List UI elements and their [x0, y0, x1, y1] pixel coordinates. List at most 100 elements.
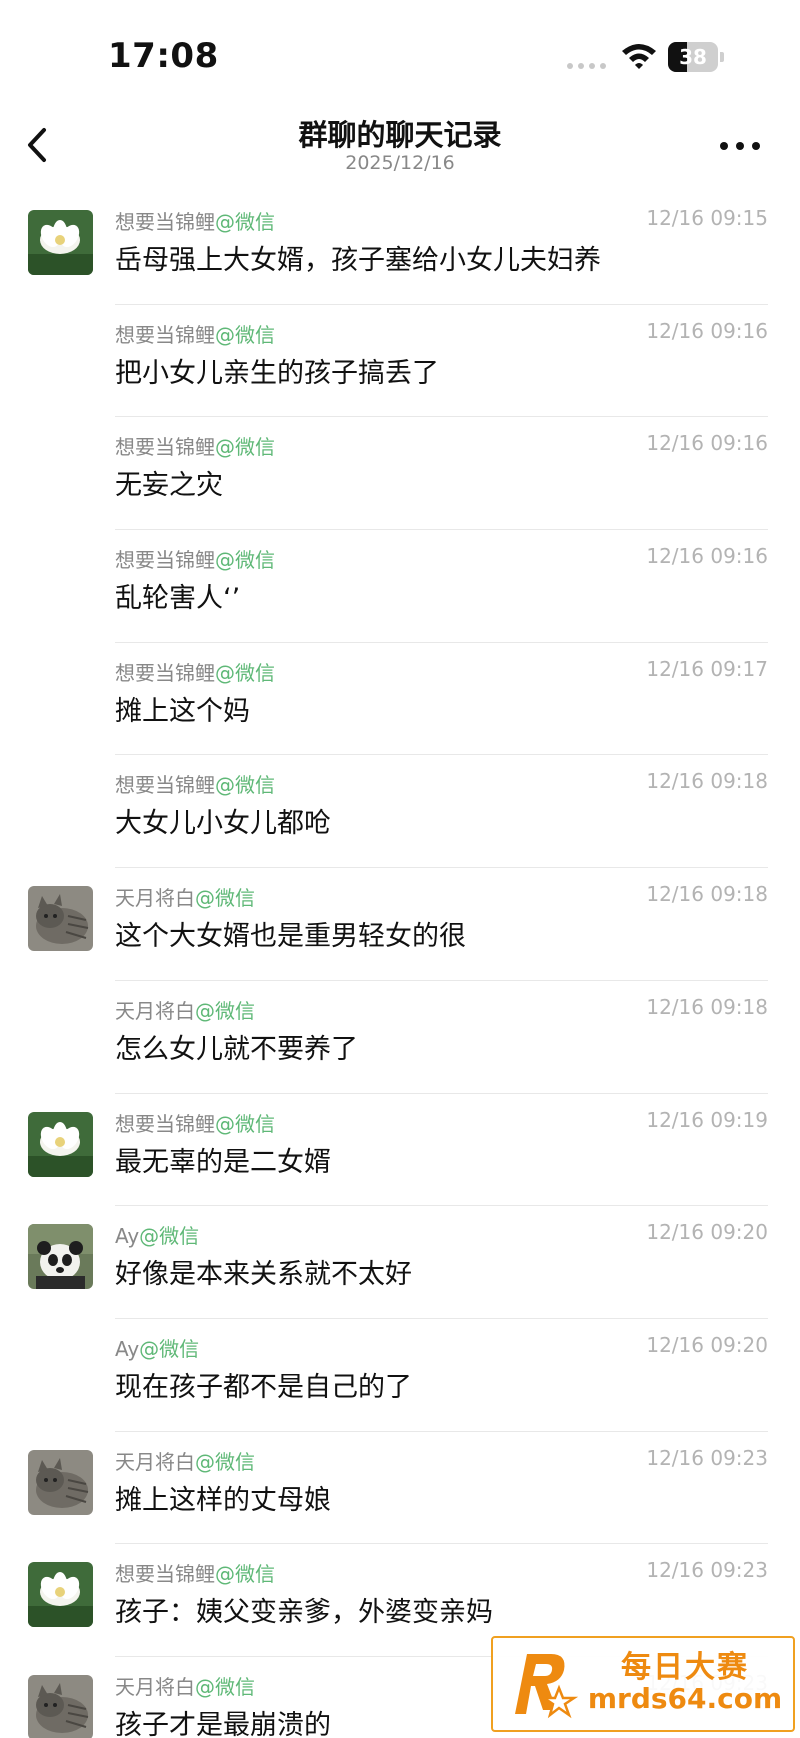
message-time: 12/16 09:16 — [646, 318, 768, 343]
sender-name: 想要当锦鲤 — [115, 322, 215, 347]
sender-line: 天月将白@微信 — [115, 1671, 255, 1700]
sender-source: @微信 — [195, 1449, 255, 1474]
message-text: 摊上这样的丈母娘 — [115, 1484, 331, 1516]
message-text: 孩子才是最崩溃的 — [115, 1709, 331, 1738]
sender-line: 想要当锦鲤@微信 — [115, 769, 275, 798]
message-row[interactable]: 想要当锦鲤@微信 12/16 09:17 摊上这个妈 — [0, 643, 800, 756]
message-time: 12/16 09:20 — [646, 1332, 768, 1357]
message-time: 12/16 09:18 — [646, 994, 768, 1019]
sender-source: @微信 — [215, 773, 275, 798]
message-time: 12/16 09:18 — [646, 882, 768, 907]
sender-source: @微信 — [215, 660, 275, 685]
message-text: 无妄之灾 — [115, 470, 223, 502]
sender-source: @微信 — [215, 548, 275, 573]
sender-line: 想要当锦鲤@微信 — [115, 206, 275, 235]
sender-source: @微信 — [195, 998, 255, 1023]
sender-line: 想要当锦鲤@微信 — [115, 319, 275, 348]
message-row[interactable]: Ay@微信 12/16 09:20 好像是本来关系就不太好 — [0, 1206, 800, 1319]
sender-source: @微信 — [195, 886, 255, 911]
watermark-r-icon — [515, 1654, 579, 1719]
message-row[interactable]: 想要当锦鲤@微信 12/16 09:19 最无辜的是二女婿 — [0, 1094, 800, 1207]
message-text: 岳母强上大女婿，孩子塞给小女儿夫妇养 — [115, 245, 601, 276]
message-text: 把小女儿亲生的孩子搞丢了 — [115, 357, 439, 389]
avatar[interactable] — [28, 210, 93, 275]
page-title: 群聊的聊天记录 — [298, 118, 502, 152]
message-row[interactable]: 天月将白@微信 12/16 09:18 这个大女婿也是重男轻女的很 — [0, 868, 800, 981]
sender-source: @微信 — [215, 210, 275, 234]
message-text: 好像是本来关系就不太好 — [115, 1259, 412, 1291]
sender-name: 想要当锦鲤 — [115, 773, 215, 798]
sender-name: 天月将白 — [115, 998, 195, 1023]
avatar[interactable] — [28, 1111, 93, 1177]
sender-source: @微信 — [139, 1336, 200, 1361]
chat-history-page: 17:08 38 群聊的聊天记录 2025/12/16 想要当锦鲤@微信 12/… — [0, 0, 800, 1738]
sender-name: 想要当锦鲤 — [115, 660, 215, 685]
sender-name: 天月将白 — [115, 886, 195, 911]
message-row[interactable]: 想要当锦鲤@微信 12/16 09:16 乱轮害人‘’ — [0, 530, 800, 643]
message-text: 大女儿小女儿都呛 — [115, 808, 331, 840]
battery-icon: 38 — [668, 42, 724, 72]
message-row[interactable]: Ay@微信 12/16 09:20 现在孩子都不是自己的了 — [0, 1319, 800, 1432]
watermark-url: mrds64.com — [587, 1682, 783, 1715]
message-time: 12/16 09:19 — [646, 1107, 768, 1132]
sender-line: Ay@微信 — [115, 1220, 199, 1249]
sender-name: 想要当锦鲤 — [115, 210, 215, 234]
watermark-title: 每日大赛 — [621, 1650, 749, 1685]
sender-source: @微信 — [215, 322, 275, 347]
status-time: 17:08 — [108, 36, 219, 76]
sender-source: @微信 — [195, 1674, 255, 1699]
battery-level: 38 — [679, 45, 707, 69]
message-text: 最无辜的是二女婿 — [115, 1146, 331, 1178]
back-icon[interactable] — [14, 120, 58, 170]
sender-line: 想要当锦鲤@微信 — [115, 1558, 275, 1587]
watermark-logo: 每日大赛 mrds64.com — [491, 1636, 795, 1732]
status-bar: 17:08 38 — [0, 0, 800, 110]
message-time: 12/16 09:16 — [646, 544, 768, 569]
message-row[interactable]: 天月将白@微信 12/16 09:23 摊上这样的丈母娘 — [0, 1432, 800, 1545]
sender-name: 天月将白 — [115, 1674, 195, 1699]
sender-name: 想要当锦鲤 — [115, 1111, 215, 1136]
sender-line: 天月将白@微信 — [115, 995, 255, 1024]
avatar[interactable] — [28, 1224, 93, 1290]
nav-bar: 群聊的聊天记录 2025/12/16 — [0, 100, 800, 190]
sender-line: 想要当锦鲤@微信 — [115, 544, 275, 573]
message-time: 12/16 09:18 — [646, 769, 768, 794]
signal-icon — [567, 63, 606, 69]
message-row[interactable]: 天月将白@微信 12/16 09:18 怎么女儿就不要养了 — [0, 981, 800, 1094]
sender-source: @微信 — [215, 1562, 275, 1587]
more-icon[interactable] — [712, 126, 768, 166]
avatar[interactable] — [28, 1562, 93, 1628]
avatar[interactable] — [28, 1449, 93, 1515]
sender-name: Ay — [115, 1336, 140, 1361]
message-time: 12/16 09:17 — [646, 656, 768, 681]
message-time: 12/16 09:23 — [646, 1445, 768, 1470]
message-text: 孩子：姨父变亲爹，外婆变亲妈 — [115, 1597, 493, 1629]
sender-name: 想要当锦鲤 — [115, 548, 215, 573]
message-text: 这个大女婿也是重男轻女的很 — [115, 921, 466, 953]
sender-source: @微信 — [139, 1224, 200, 1249]
message-time: 12/16 09:20 — [646, 1220, 768, 1245]
sender-name: 想要当锦鲤 — [115, 1562, 215, 1587]
avatar[interactable] — [28, 1674, 93, 1738]
sender-line: Ay@微信 — [115, 1333, 199, 1362]
message-time: 12/16 09:15 — [646, 206, 768, 230]
sender-name: Ay — [115, 1224, 140, 1249]
message-row[interactable]: 想要当锦鲤@微信 12/16 09:16 无妄之灾 — [0, 417, 800, 531]
sender-line: 想要当锦鲤@微信 — [115, 1108, 275, 1137]
sender-line: 想要当锦鲤@微信 — [115, 431, 275, 460]
message-text: 怎么女儿就不要养了 — [115, 1033, 358, 1065]
sender-name: 天月将白 — [115, 1449, 195, 1474]
sender-name: 想要当锦鲤 — [115, 435, 215, 460]
message-row[interactable]: 想要当锦鲤@微信 12/16 09:16 把小女儿亲生的孩子搞丢了 — [0, 305, 800, 418]
message-text: 摊上这个妈 — [115, 695, 250, 727]
sender-line: 天月将白@微信 — [115, 1446, 255, 1475]
message-row[interactable]: 想要当锦鲤@微信 12/16 09:15 岳母强上大女婿，孩子塞给小女儿夫妇养 — [0, 192, 800, 305]
message-time: 12/16 09:16 — [646, 431, 768, 456]
sender-source: @微信 — [215, 1111, 275, 1136]
page-date: 2025/12/16 — [345, 152, 455, 174]
message-row[interactable]: 想要当锦鲤@微信 12/16 09:18 大女儿小女儿都呛 — [0, 755, 800, 869]
message-text: 乱轮害人‘’ — [115, 583, 241, 615]
avatar[interactable] — [28, 886, 93, 952]
sender-line: 天月将白@微信 — [115, 882, 255, 911]
wifi-icon — [622, 44, 656, 69]
